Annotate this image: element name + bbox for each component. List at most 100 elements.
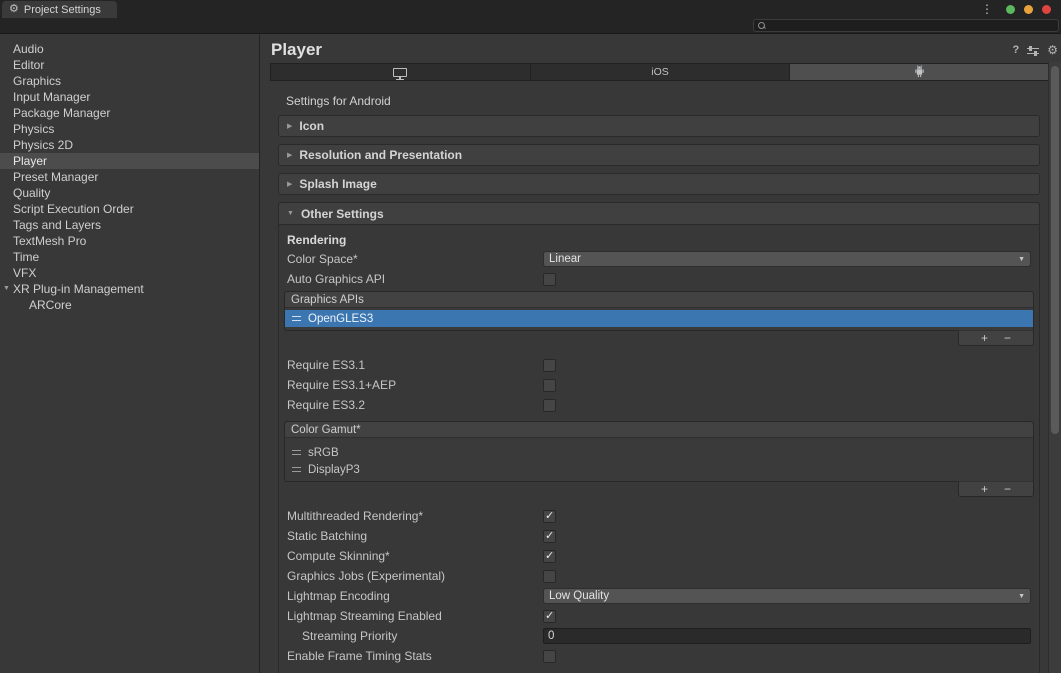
drag-handle-icon[interactable] — [292, 467, 301, 472]
graphics-apis-list: Graphics APIs OpenGLES3 — [284, 291, 1034, 331]
frame-timing-stats-checkbox[interactable] — [543, 650, 556, 663]
row-lightmap-streaming: Lightmap Streaming Enabled — [287, 606, 1031, 626]
sidebar-item-graphics[interactable]: Graphics — [0, 73, 259, 89]
row-require-es31aep: Require ES3.1+AEP — [287, 375, 1031, 395]
sidebar-item-player[interactable]: Player — [0, 153, 259, 169]
traffic-light-yellow[interactable] — [1024, 5, 1033, 14]
list-item-opengles3[interactable]: OpenGLES3 — [285, 310, 1033, 327]
settings-main-panel: Player ? ⚙ iOS — [261, 34, 1061, 673]
section-splash-image[interactable]: ▶ Splash Image — [278, 173, 1040, 195]
list-item-displayp3[interactable]: DisplayP3 — [285, 461, 1033, 478]
android-icon — [913, 65, 926, 79]
sidebar-item-tags-and-layers[interactable]: Tags and Layers — [0, 217, 259, 233]
multithreaded-rendering-checkbox[interactable] — [543, 510, 556, 523]
sidebar-item-xr-plugin-management[interactable]: ▼ XR Plug-in Management — [0, 281, 259, 297]
gear-icon[interactable]: ⚙ — [1047, 44, 1058, 56]
sidebar-item-preset-manager[interactable]: Preset Manager — [0, 169, 259, 185]
settings-gear-icon: ⚙ — [9, 4, 19, 15]
search-field[interactable] — [753, 19, 1059, 32]
graphics-jobs-checkbox[interactable] — [543, 570, 556, 583]
compute-skinning-label: Compute Skinning* — [287, 549, 543, 563]
require-es31aep-checkbox[interactable] — [543, 379, 556, 392]
search-bar — [0, 18, 1061, 34]
overflow-menu-icon[interactable]: ⋮ — [981, 3, 993, 15]
sidebar-item-script-execution-order[interactable]: Script Execution Order — [0, 201, 259, 217]
help-icon[interactable]: ? — [1013, 45, 1020, 56]
list-item-label: sRGB — [308, 447, 339, 459]
auto-graphics-api-checkbox[interactable] — [543, 273, 556, 286]
list-item-label: OpenGLES3 — [308, 313, 373, 325]
search-input[interactable] — [768, 20, 1058, 31]
sidebar-item-time[interactable]: Time — [0, 249, 259, 265]
add-button[interactable]: + — [981, 332, 988, 344]
sidebar-item-arcore[interactable]: ARCore — [0, 297, 259, 313]
tab-android[interactable] — [790, 64, 1049, 80]
chevron-down-icon: ▼ — [1018, 256, 1025, 263]
section-resolution-label: Resolution and Presentation — [299, 148, 462, 162]
foldout-collapsed-icon: ▶ — [287, 152, 292, 159]
graphics-apis-list-header: Graphics APIs — [285, 292, 1033, 308]
color-gamut-list: Color Gamut* sRGB DisplayP3 — [284, 421, 1034, 482]
drag-handle-icon[interactable] — [292, 450, 301, 455]
color-gamut-list-header: Color Gamut* — [285, 422, 1033, 438]
require-es31-checkbox[interactable] — [543, 359, 556, 372]
lightmap-streaming-checkbox[interactable] — [543, 610, 556, 623]
list-item-srgb[interactable]: sRGB — [285, 444, 1033, 461]
sidebar-item-package-manager[interactable]: Package Manager — [0, 105, 259, 121]
presets-icon[interactable] — [1027, 45, 1039, 55]
multithreaded-rendering-label: Multithreaded Rendering* — [287, 509, 543, 523]
row-streaming-priority: Streaming Priority — [287, 626, 1031, 646]
graphics-jobs-label: Graphics Jobs (Experimental) — [287, 569, 543, 583]
lightmap-encoding-value: Low Quality — [549, 590, 609, 602]
tab-ios[interactable]: iOS — [531, 64, 791, 80]
titlebar-controls: ⋮ — [981, 0, 1061, 18]
streaming-priority-input[interactable] — [543, 628, 1031, 644]
section-splash-label: Splash Image — [299, 177, 376, 191]
scrollbar[interactable] — [1048, 62, 1061, 673]
require-es32-checkbox[interactable] — [543, 399, 556, 412]
window-tab-title: Project Settings — [24, 4, 101, 16]
sidebar-item-physics[interactable]: Physics — [0, 121, 259, 137]
list-add-remove-box: + − — [958, 330, 1034, 346]
tab-standalone[interactable] — [271, 64, 531, 80]
sidebar-item-audio[interactable]: Audio — [0, 41, 259, 57]
window-tab-project-settings[interactable]: ⚙ Project Settings — [2, 1, 117, 18]
remove-button[interactable]: − — [1004, 483, 1011, 495]
sidebar-item-quality[interactable]: Quality — [0, 185, 259, 201]
section-icon[interactable]: ▶ Icon — [278, 115, 1040, 137]
sidebar-item-input-manager[interactable]: Input Manager — [0, 89, 259, 105]
color-space-label: Color Space* — [287, 252, 543, 266]
section-resolution-and-presentation[interactable]: ▶ Resolution and Presentation — [278, 144, 1040, 166]
tab-ios-label: iOS — [651, 66, 669, 78]
list-add-remove-box: + − — [958, 481, 1034, 497]
traffic-light-red[interactable] — [1042, 5, 1051, 14]
section-other-settings-header[interactable]: ▼ Other Settings — [279, 203, 1039, 225]
search-icon — [758, 22, 765, 29]
row-multithreaded-rendering: Multithreaded Rendering* — [287, 506, 1031, 526]
color-gamut-list-footer: + − — [287, 482, 1031, 499]
streaming-priority-label: Streaming Priority — [287, 629, 543, 643]
rendering-subheader: Rendering — [287, 231, 1031, 249]
foldout-expanded-icon[interactable]: ▼ — [0, 281, 13, 297]
row-auto-graphics-api: Auto Graphics API — [287, 269, 1031, 289]
traffic-light-green[interactable] — [1006, 5, 1015, 14]
section-icon-label: Icon — [299, 119, 324, 133]
sidebar-item-physics-2d[interactable]: Physics 2D — [0, 137, 259, 153]
scrollbar-thumb[interactable] — [1051, 66, 1059, 434]
remove-button[interactable]: − — [1004, 332, 1011, 344]
monitor-icon — [393, 68, 407, 77]
row-require-es31: Require ES3.1 — [287, 355, 1031, 375]
require-es32-label: Require ES3.2 — [287, 398, 543, 412]
compute-skinning-checkbox[interactable] — [543, 550, 556, 563]
row-lightmap-encoding: Lightmap Encoding Low Quality ▼ — [287, 586, 1031, 606]
static-batching-checkbox[interactable] — [543, 530, 556, 543]
drag-handle-icon[interactable] — [292, 316, 301, 321]
sidebar-item-vfx[interactable]: VFX — [0, 265, 259, 281]
add-button[interactable]: + — [981, 483, 988, 495]
page-title: Player — [271, 40, 322, 60]
row-color-space: Color Space* Linear ▼ — [287, 249, 1031, 269]
sidebar-item-editor[interactable]: Editor — [0, 57, 259, 73]
lightmap-encoding-dropdown[interactable]: Low Quality ▼ — [543, 588, 1031, 604]
color-space-dropdown[interactable]: Linear ▼ — [543, 251, 1031, 267]
sidebar-item-textmesh-pro[interactable]: TextMesh Pro — [0, 233, 259, 249]
